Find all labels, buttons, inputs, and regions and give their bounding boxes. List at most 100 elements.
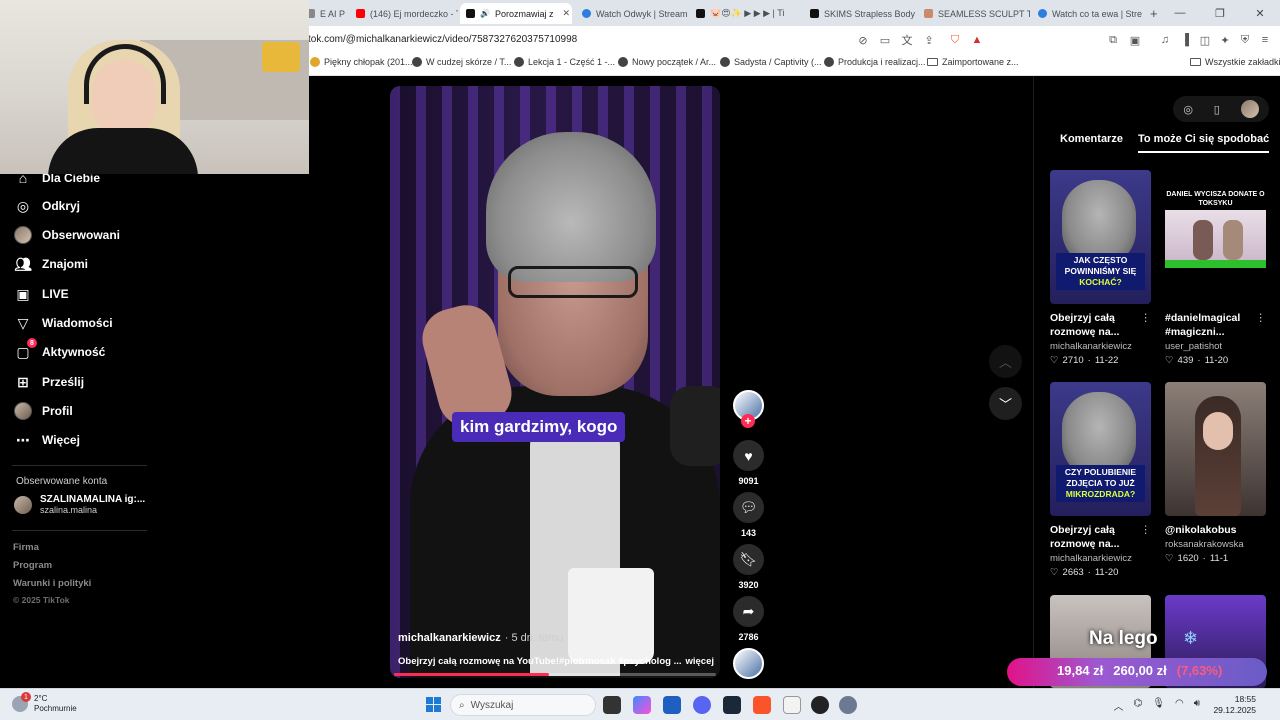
taskbar-search[interactable]: ⌕ Wyszukaj [450, 694, 596, 716]
next-video-button[interactable]: ﹀ [989, 387, 1022, 420]
previous-video-button[interactable]: ︿ [989, 345, 1022, 378]
more-options-icon[interactable]: ⋮ [1141, 523, 1152, 537]
card-meta: ♡ 2710 · 11-22 [1050, 355, 1151, 366]
tab-you-may-like[interactable]: To może Ci się spodobać [1138, 133, 1270, 153]
bookmark[interactable]: Produkcja i realizacj... [824, 57, 926, 67]
sidebar-item-label: Profil [42, 404, 73, 418]
windows-start-button[interactable] [426, 697, 441, 712]
close-window-icon[interactable]: ✕ [1240, 0, 1280, 26]
video-caption: kim gardzimy, kogo [452, 412, 626, 442]
browser-tab[interactable]: (146) Ej mordeczko - T [350, 3, 458, 24]
sidebar-item-label: Więcej [42, 433, 80, 447]
brave-icon[interactable] [753, 696, 771, 714]
task-view-icon[interactable] [603, 696, 621, 714]
network-icon[interactable]: ⌬ [1134, 698, 1143, 713]
obs-icon[interactable] [811, 696, 829, 714]
browser-tab[interactable]: SKIMS Strapless Body [804, 3, 916, 24]
sidebar-item-more[interactable]: ⋯ Więcej [14, 430, 80, 450]
avatar[interactable] [1240, 100, 1259, 118]
store-icon[interactable] [663, 696, 681, 714]
phone-icon[interactable]: ▯ [1214, 103, 1220, 116]
share-button[interactable]: ➦ [733, 596, 764, 627]
sidebar-item-friends[interactable]: 👥︎ Znajomi [14, 254, 88, 274]
url-field[interactable]: tok.com/@michalkanarkiewicz/video/758732… [308, 34, 577, 45]
sidebar-item-live[interactable]: ▣ LIVE [14, 284, 68, 304]
save-button[interactable]: 🔖︎ [733, 544, 764, 575]
more-button[interactable]: więcej [685, 656, 714, 667]
footer-link-program[interactable]: Program [13, 560, 52, 571]
video-player[interactable]: kim gardzimy, kogo michalkanarkiewicz · … [390, 86, 720, 678]
tab-comments[interactable]: Komentarze [1060, 133, 1123, 145]
no-tracking-icon[interactable]: ⊘ [856, 33, 870, 47]
bookmark-folder[interactable]: Zaimportowane z... [927, 57, 1019, 67]
recommended-video-card[interactable]: CZY POLUBIENIE ZDJĘCIA TO JUŻ MIKROZDRAD… [1050, 382, 1151, 578]
notepad-icon[interactable] [783, 696, 801, 714]
video-progress-bar[interactable] [394, 673, 716, 676]
compass-icon[interactable]: ◎ [1183, 103, 1193, 116]
copilot-icon[interactable] [633, 696, 651, 714]
brave-rewards-icon[interactable]: ▲ [970, 33, 984, 47]
extensions-icon[interactable]: ⧉ [1106, 33, 1120, 47]
sound-avatar[interactable] [733, 648, 764, 679]
discord-icon[interactable] [693, 696, 711, 714]
translate-icon[interactable]: 文 [900, 33, 914, 47]
browser-tab[interactable]: SEAMLESS SCULPT TH [918, 3, 1030, 24]
menu-icon[interactable]: ≡ [1258, 33, 1272, 47]
card-username[interactable]: michalkanarkiewicz [1050, 553, 1151, 564]
leo-ai-icon[interactable]: ✦ [1218, 33, 1232, 47]
card-username[interactable]: michalkanarkiewicz [1050, 341, 1151, 352]
share-icon[interactable]: ⇪ [922, 33, 936, 47]
sidebar-toggle-icon[interactable]: ▐ [1178, 33, 1192, 47]
bookmark[interactable]: Piękny chłopak (201... [310, 57, 413, 67]
followed-account[interactable]: SZALINAMALINA ig:... szalina.malina [14, 494, 145, 515]
browser-tab[interactable]: Watch Odwyk | Stream [576, 3, 688, 24]
video-description-line: Obejrzyj całą rozmowę na YouTube!#piotrm… [398, 656, 714, 667]
music-icon[interactable]: ♫ [1158, 33, 1172, 47]
brave-shield-icon[interactable]: ⛉ [948, 33, 962, 47]
follow-plus-icon[interactable]: + [741, 414, 755, 428]
sidebar-item-messages[interactable]: ▽ Wiadomości [14, 313, 113, 333]
sidebar-item-activity[interactable]: ▢ 8 Aktywność [14, 338, 105, 362]
browser-tab-active[interactable]: 🔊 Porozmawiaj z ✕ [460, 3, 572, 24]
video-author[interactable]: michalkanarkiewicz [398, 632, 501, 644]
all-bookmarks-folder[interactable]: Wszystkie zakładki [1190, 57, 1280, 67]
more-options-icon[interactable]: ⋮ [1256, 311, 1267, 325]
more-options-icon[interactable]: ⋮ [1141, 311, 1152, 325]
maximize-icon[interactable]: ❐ [1200, 0, 1240, 26]
price-ad-overlay[interactable]: Na lego ❄ 19,84 zł 260,00 zł (7,63%) [1007, 618, 1277, 688]
recommended-video-card[interactable]: @nikolakobus roksanakrakowska ♡ 1620 · 11-1 [1165, 382, 1266, 564]
sidebar-item-upload[interactable]: ⊞ Prześlij [14, 372, 84, 392]
wifi-icon[interactable]: ◠ [1175, 698, 1184, 713]
vpn-icon[interactable]: ⛨ [1238, 33, 1252, 47]
browser-tab[interactable]: Watch co ta ewa | Stre [1032, 3, 1144, 24]
wallet-2-icon[interactable]: ◫ [1198, 33, 1212, 47]
sidebar-item-explore[interactable]: ◎ Odkryj [14, 196, 80, 216]
footer-link-company[interactable]: Firma [13, 542, 39, 553]
footer-link-terms[interactable]: Warunki i polityki [13, 578, 91, 589]
sidebar-item-following[interactable]: Obserwowani [14, 225, 120, 245]
card-username[interactable]: roksanakrakowska [1165, 539, 1266, 550]
weather-widget[interactable]: 1 2°C Pochmurnie [12, 692, 77, 714]
comment-button[interactable]: 💬︎ [733, 492, 764, 523]
microphone-icon[interactable]: 🎙︎ [1152, 698, 1165, 713]
like-button[interactable]: ♥ [733, 440, 764, 471]
bookmark[interactable]: Lekcja 1 - Część 1 -... [514, 57, 615, 67]
clock[interactable]: 18:55 29.12.2025 [1213, 694, 1256, 716]
bookmark[interactable]: Nowy początek / Ar... [618, 57, 716, 67]
bookmark[interactable]: Sadysta / Captivity (... [720, 57, 822, 67]
browser-tab[interactable]: 🐷😍✨ ▶ ▶ ▶ | Ti [690, 3, 802, 24]
cast-icon[interactable]: ▭ [878, 33, 892, 47]
card-username[interactable]: user_patishot [1165, 341, 1266, 352]
steam-icon[interactable] [723, 696, 741, 714]
recommended-video-card[interactable]: DANIEL WYCISZA DONATE O TOKSYKU #danielm… [1165, 170, 1266, 366]
close-tab-icon[interactable]: ✕ [563, 8, 571, 19]
wallet-icon[interactable]: ▣ [1128, 33, 1142, 47]
minimize-icon[interactable]: — [1160, 0, 1200, 26]
settings-gear-icon[interactable] [839, 696, 857, 714]
chevron-up-icon[interactable]: ︿ [1114, 698, 1124, 713]
bookmark-label: Sadysta / Captivity (... [734, 57, 822, 67]
sidebar-item-profile[interactable]: Profil [14, 401, 73, 421]
volume-icon[interactable]: 🔊︎ [1194, 698, 1200, 713]
bookmark[interactable]: W cudzej skórze / T... [412, 57, 511, 67]
recommended-video-card[interactable]: JAK CZĘSTO POWINNIŚMY SIĘ KOCHAĆ? Obejrz… [1050, 170, 1151, 366]
